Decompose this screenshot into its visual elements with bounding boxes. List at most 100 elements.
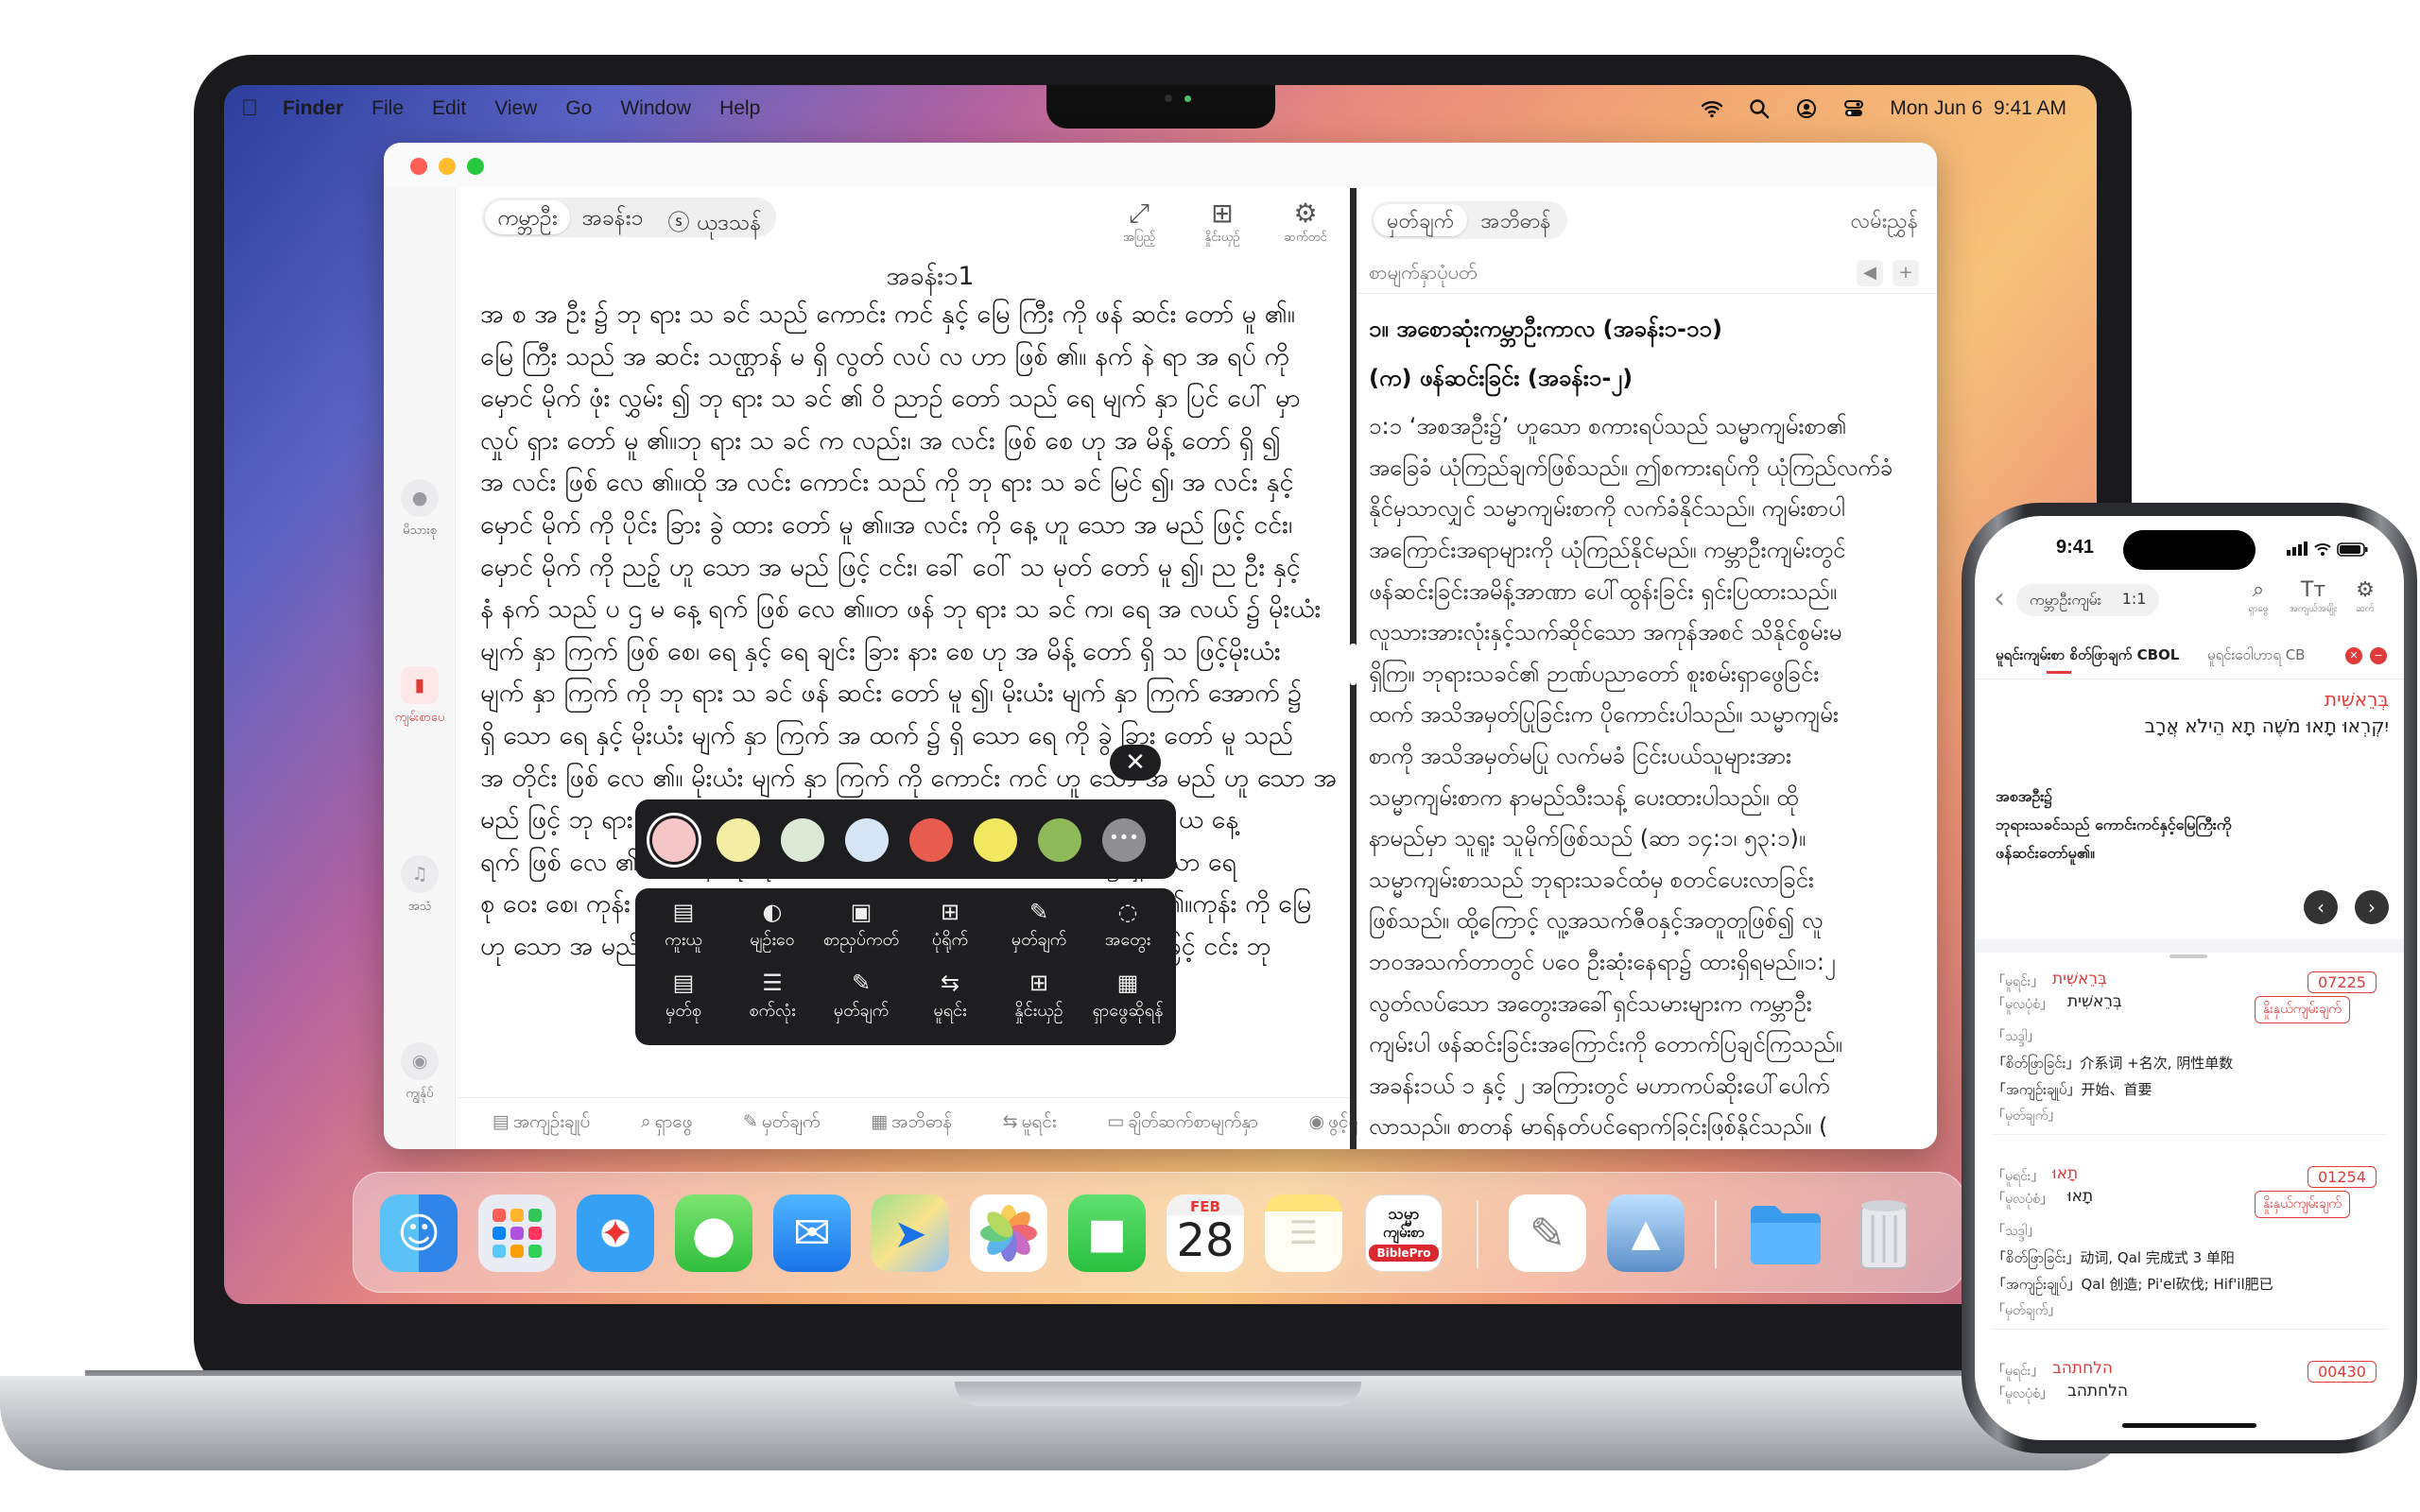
phone-chapter[interactable]: 1:1 bbox=[2122, 590, 2147, 610]
verse-line[interactable]: မှောင် မိုက် ကို ညဉ့် ဟူ သော အ မည် ဖြင့်… bbox=[480, 547, 1373, 590]
verse-line[interactable]: အ တိုင်း ဖြစ် လေ ၏။ မိုးယံး မျက် နှာ ကြက… bbox=[480, 758, 1373, 800]
control-center-icon[interactable] bbox=[1842, 98, 1865, 119]
close-popup-button[interactable]: ✕ bbox=[1110, 745, 1161, 781]
fullscreen-button[interactable]: ⤢ အပြည့် bbox=[1106, 198, 1172, 248]
text-action-item[interactable]: ◐ မျဉ်းဝေ bbox=[728, 896, 817, 967]
entry-original-word[interactable]: בְּרֵאשִׁית bbox=[2052, 970, 2107, 988]
dock-calendar[interactable]: FEB 28 bbox=[1167, 1194, 1244, 1272]
commentary-source[interactable]: စာမျက်နှာပုံပတ် bbox=[1357, 252, 1937, 294]
bottom-bar-item[interactable]: ▭ ချိတ်ဆက်စာမျက်နှာ bbox=[1107, 1110, 1258, 1137]
phone-tab-analysis[interactable]: မူရင်းကျမ်းစာ စိတ်ဖြာချက် CBOL bbox=[1996, 646, 2179, 667]
commentary-line[interactable]: အခန်း၁ယ် ၁ နှင့် ၂ အကြားတွင် မဟာကပ်ဆိုးပ… bbox=[1369, 1066, 1927, 1108]
guide-link[interactable]: လမ်းညွှန် bbox=[1851, 207, 1918, 238]
tab-commentary[interactable]: မှတ်ချက် bbox=[1374, 204, 1468, 236]
strong-number-badge[interactable]: 01254 bbox=[2308, 1166, 2377, 1188]
search-icon[interactable] bbox=[1748, 98, 1771, 119]
verse-line[interactable]: နံ နက် သည် ပ ဌ မ နေ့ ရက် ဖြစ် လေ ၏။တ ဖန်… bbox=[480, 589, 1373, 631]
version-selector[interactable]: ⓢ ယုဒသန် bbox=[655, 200, 773, 235]
back-chevron-icon[interactable]: ‹ bbox=[1994, 582, 2005, 615]
strong-number-badge[interactable]: 07225 bbox=[2308, 971, 2377, 993]
commentary-line[interactable]: ရှိကြ။ ဘုရားသခင်၏ ဉာဏ်ပညာတော် စူးစမ်းရှာ… bbox=[1369, 654, 1927, 696]
apple-icon[interactable]:  bbox=[241, 95, 268, 122]
dock-notes[interactable]: ☰ bbox=[1265, 1194, 1342, 1272]
verse-line[interactable]: အ လင်း ဖြစ် လေ ၏။ထို အ လင်း ကောင်း သည် က… bbox=[480, 462, 1373, 505]
clock[interactable]: Mon Jun 6 9:41 AM bbox=[1890, 97, 2066, 120]
commentary-line[interactable]: ၁:၁ ‘အစအဦး၌’ ဟူသော စကားရပ်သည် သမ္မာကျမ်း… bbox=[1369, 406, 1927, 448]
menu-file[interactable]: File bbox=[372, 97, 404, 120]
text-action-item[interactable]: ☰ စက်လုံး bbox=[728, 967, 817, 1038]
highlight-color-swatch[interactable] bbox=[781, 818, 824, 862]
related-verses-button[interactable]: နှိုးနှယ်ကျမ်းချက် bbox=[2255, 996, 2350, 1023]
commentary-line[interactable]: အခြေခံ ယုံကြည်ချက်ဖြစ်သည်။ ဤစကားရပ်ကို ယ… bbox=[1369, 448, 1927, 490]
dock-folder[interactable] bbox=[1747, 1194, 1824, 1272]
phone-hebrew-word[interactable]: בְּרֵאשִׁית bbox=[2325, 688, 2389, 711]
text-action-item[interactable]: ▦ ရှာဖွေဆိုရန် bbox=[1083, 967, 1172, 1038]
verse-line[interactable]: လှုပ် ရှား တော် မူ ၏။ဘု ရား သ ခင် က လည်း… bbox=[480, 421, 1373, 463]
dock-messages[interactable]: ● bbox=[675, 1194, 752, 1272]
tab-dictionary[interactable]: အဘိဓာန် bbox=[1467, 204, 1564, 236]
commentary-line[interactable]: အကြောင်းအရာများကို ယုံကြည်နိုင်မည်။ ကမ္ဘ… bbox=[1369, 530, 1927, 572]
dock-facetime[interactable]: ■ bbox=[1068, 1194, 1146, 1272]
dock-photos[interactable] bbox=[970, 1194, 1047, 1272]
phone-next-button[interactable]: › bbox=[2355, 890, 2389, 924]
zoom-window-button[interactable] bbox=[467, 158, 484, 175]
bottom-bar-item[interactable]: ▤ အကျဉ်းချုပ် bbox=[493, 1110, 591, 1137]
text-action-item[interactable]: ⊞ နှိုင်းယှဉ် bbox=[994, 967, 1083, 1038]
commentary-line[interactable]: လာသည်။ စာတန် မာရ်နတ်ပင်ရောက်ခြင်းဖြစ်နို… bbox=[1369, 1107, 1927, 1141]
dock-preview[interactable]: ▲ bbox=[1607, 1194, 1685, 1272]
highlight-color-swatch[interactable] bbox=[652, 818, 696, 862]
related-verses-button[interactable]: နှိုးနှယ်ကျမ်းချက် bbox=[2255, 1191, 2350, 1218]
phone-hebrew-line[interactable]: יִקְרְאוּ תָאוּ מֹשֶׁה תָא הֵילֹא אֲרָב bbox=[2145, 714, 2389, 737]
phone-book[interactable]: ကမ္ဘာဦးကျမ်း bbox=[2030, 590, 2101, 610]
phone-sheet-grabber[interactable] bbox=[2169, 954, 2207, 958]
bottom-bar-item[interactable]: ⌕ ရှာဖွေ bbox=[641, 1110, 693, 1137]
close-window-button[interactable] bbox=[410, 158, 427, 175]
text-action-item[interactable]: ▣ စာညှပ်ကတ် bbox=[817, 896, 906, 967]
menu-view[interactable]: View bbox=[494, 97, 537, 120]
text-action-item[interactable]: ⇆ မူရင်း bbox=[906, 967, 994, 1038]
phone-font-button[interactable]: Tт အကျယ်အမျိုး bbox=[2285, 578, 2342, 616]
text-action-item[interactable]: ⊞ ပုံရိုက် bbox=[906, 896, 994, 967]
commentary-line[interactable]: လူသားအားလုံးနှင့်သက်ဆိုင်သော အကုန်အစင် သ… bbox=[1369, 612, 1927, 654]
more-colors-button[interactable]: ••• bbox=[1102, 818, 1146, 862]
phone-book-selector[interactable]: ကမ္ဘာဦးကျမ်း 1:1 bbox=[2016, 584, 2160, 616]
verse-line[interactable]: မျက် နှာ ကြက် ဖြစ် စေ၊ ရေ နှင့် ရေ ချင်း… bbox=[480, 631, 1373, 674]
commentary-line[interactable]: စာကို အသိအမှတ်မပြု လက်မခံ ငြင်းပယ်သူများ… bbox=[1369, 736, 1927, 778]
dock-mail[interactable]: ✉ bbox=[773, 1194, 851, 1272]
commentary-line[interactable]: ကျမ်းပါ ဖန်ဆင်းခြင်းအကြောင်းကို တောက်ပြခ… bbox=[1369, 1024, 1927, 1066]
menu-finder[interactable]: Finder bbox=[283, 97, 343, 120]
commentary-line[interactable]: နာမည်မှာ သူရူး သူမိုက်ဖြစ်သည် (ဆာ ၁၄:၁၊ … bbox=[1369, 818, 1927, 860]
sidebar-item-audio[interactable]: ♫ အသံ bbox=[391, 855, 448, 917]
dock-textedit[interactable]: ✎ bbox=[1509, 1194, 1586, 1272]
commentary-line[interactable]: ဖြစ်သည်။ ထို့ကြောင့် လူ့အသက်ဇီဝနှင့်အတူတ… bbox=[1369, 901, 1927, 942]
phone-search-button[interactable]: ⌕ ရှာဖွေ bbox=[2234, 578, 2283, 616]
entry-lemma-word[interactable]: הלחתהב bbox=[2067, 1382, 2128, 1400]
entry-original-word[interactable]: הלחתהב bbox=[2052, 1359, 2113, 1378]
verse-line[interactable]: အ စ အ ဦး ၌ ဘု ရား သ ခင် သည် ကောင်း ကင် န… bbox=[480, 294, 1373, 336]
bottom-bar-item[interactable]: ⇆ မူရင်း bbox=[1003, 1110, 1057, 1137]
commentary-line[interactable]: ဘဝအသက်တာတွင် ပဝေ ဦးဆုံးနေရာ၌ ထားရှိရမည်။… bbox=[1369, 942, 1927, 984]
speaker-icon[interactable]: ◀ bbox=[1857, 260, 1883, 286]
chapter-selector[interactable]: အခန်း၁ bbox=[570, 200, 656, 234]
sidebar-item-me[interactable]: ◉ ကျွန်ုပ် bbox=[391, 1042, 448, 1104]
verse-line[interactable]: မျက် နှာ ကြက် ကို ဘု ရား သ ခင် ဖန် ဆင်း … bbox=[480, 673, 1373, 715]
dock-trash[interactable] bbox=[1845, 1194, 1923, 1272]
commentary-text[interactable]: ၁။ အစောဆုံးကမ္ဘာဦးကာလ (အခန်း၁-၁၁) (က) ဖန်… bbox=[1369, 309, 1927, 1141]
bottom-bar-item[interactable]: ▦ အဘိဓာန် bbox=[871, 1110, 952, 1137]
dock-maps[interactable]: ➤ bbox=[872, 1194, 949, 1272]
phone-tab-words[interactable]: မူရင်းဝေါဟာရ CB bbox=[2207, 646, 2340, 667]
dock-bible-pro[interactable]: သမ္မာ ကျမ်းစာ BiblePro bbox=[1365, 1194, 1443, 1272]
menu-edit[interactable]: Edit bbox=[432, 97, 466, 120]
add-icon[interactable]: + bbox=[1893, 260, 1919, 286]
highlight-color-swatch[interactable] bbox=[974, 818, 1017, 862]
commentary-line[interactable]: ထက် အသိအမှတ်ပြုခြင်းက ပိုကောင်းပါသည်။ သမ… bbox=[1369, 695, 1927, 736]
commentary-line[interactable]: လွတ်လပ်သော အတွေးအခေါ်ရှင်သမားများက ကမ္ဘာ… bbox=[1369, 984, 1927, 1025]
divider-handle[interactable] bbox=[1350, 644, 1357, 685]
commentary-line[interactable]: သမ္မာကျမ်းစာသည် ဘုရားသခင်ထံမှ စတင်ပေးလာခ… bbox=[1369, 860, 1927, 902]
sidebar-item-family[interactable]: ● မိသားစု bbox=[391, 479, 448, 541]
wifi-icon[interactable] bbox=[1701, 98, 1723, 119]
highlight-color-swatch[interactable] bbox=[1038, 818, 1081, 862]
minimize-window-button[interactable] bbox=[439, 158, 456, 175]
entry-original-word[interactable]: תָאוּ bbox=[2052, 1164, 2078, 1183]
compare-button[interactable]: ⊞ နှိုင်းယှဉ် bbox=[1189, 198, 1255, 248]
